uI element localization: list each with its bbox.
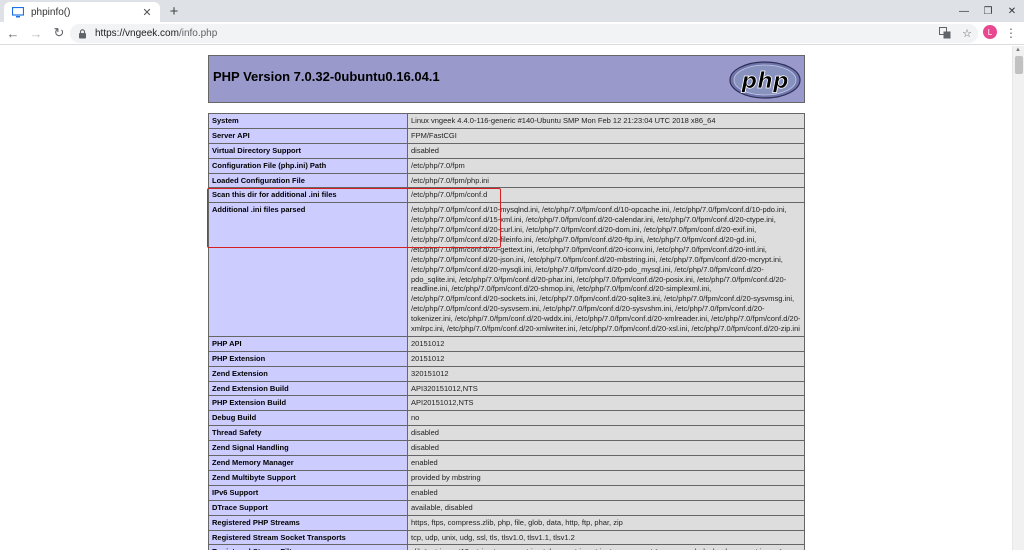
table-row: Zend Extension Build API320151012,NTS bbox=[208, 380, 805, 397]
row-key: PHP API bbox=[208, 335, 408, 352]
url-host: https://vngeek.com bbox=[95, 28, 179, 39]
row-key: System bbox=[208, 113, 408, 129]
more-menu-icon[interactable]: ⋮ bbox=[1005, 25, 1017, 41]
row-value: 320151012 bbox=[407, 365, 805, 382]
row-value: /etc/php/7.0/fpm/conf.d bbox=[407, 187, 805, 204]
row-key: Loaded Configuration File bbox=[208, 172, 408, 189]
row-value: enabled bbox=[407, 455, 805, 471]
table-row: Registered Stream Socket Transports tcp, … bbox=[208, 529, 805, 546]
row-key: Zend Extension bbox=[208, 365, 408, 382]
row-key: Registered Stream Filters bbox=[208, 544, 408, 550]
table-row: System Linux vngeek 4.4.0-116-generic #14… bbox=[208, 113, 805, 129]
php-info-table: System Linux vngeek 4.4.0-116-generic #14… bbox=[208, 113, 805, 550]
table-row: Zend Memory Manager enabled bbox=[208, 455, 805, 471]
restore-icon[interactable]: ❐ bbox=[976, 0, 1000, 22]
row-value: API320151012,NTS bbox=[407, 380, 805, 397]
browser-toolbar: ← → ↻ https://vngeek.com/info.php ☆ L ⋮ bbox=[0, 22, 1024, 45]
table-row: Zend Extension 320151012 bbox=[208, 365, 805, 382]
row-value: API20151012,NTS bbox=[407, 395, 805, 412]
table-row: IPv6 Support enabled bbox=[208, 484, 805, 501]
table-row: Loaded Configuration File/etc/php/7.0/fp… bbox=[208, 172, 805, 189]
back-button[interactable]: ← bbox=[3, 23, 23, 43]
php-logo: php bbox=[729, 61, 801, 99]
url-path: /info.php bbox=[178, 28, 218, 39]
php-logo-text: php bbox=[740, 69, 788, 94]
forward-button[interactable]: → bbox=[26, 23, 46, 43]
table-row: Zend Multibyte Support provided by mbstri… bbox=[208, 469, 805, 486]
php-version-title: PHP Version 7.0.32-0ubuntu0.16.04.1 bbox=[213, 69, 440, 84]
table-row: Additional .ini files parsed/etc/php/7.0… bbox=[208, 202, 805, 337]
monitor-icon bbox=[12, 6, 24, 18]
row-key: Zend Multibyte Support bbox=[208, 469, 408, 486]
php-header: PHP Version 7.0.32-0ubuntu0.16.04.1 php bbox=[208, 55, 805, 103]
translate-icon[interactable] bbox=[938, 26, 952, 40]
row-value: /etc/php/7.0/fpm bbox=[407, 157, 805, 174]
row-value: zlib.*, string.rot13, string.toupper, st… bbox=[407, 544, 805, 550]
new-tab-button[interactable]: + bbox=[166, 3, 182, 19]
row-key: Additional .ini files parsed bbox=[208, 202, 408, 337]
table-row: DTrace Support available, disabled bbox=[208, 499, 805, 516]
row-key: Zend Memory Manager bbox=[208, 455, 408, 471]
row-value: disabled bbox=[407, 440, 805, 457]
table-row: Registered PHP Streams https, ftps, compr… bbox=[208, 514, 805, 531]
row-value: disabled bbox=[407, 142, 805, 159]
row-value: no bbox=[407, 410, 805, 427]
reload-button[interactable]: ↻ bbox=[49, 23, 69, 43]
tab-strip: phpinfo() ✕ + — ❐ ✕ bbox=[0, 0, 1024, 22]
row-key: Zend Extension Build bbox=[208, 380, 408, 397]
row-value: Linux vngeek 4.4.0-116-generic #140-Ubun… bbox=[407, 113, 805, 129]
row-key: Registered PHP Streams bbox=[208, 514, 408, 531]
row-value: FPM/FastCGI bbox=[407, 127, 805, 144]
row-value: 20151012 bbox=[407, 335, 805, 352]
row-value: /etc/php/7.0/fpm/conf.d/10-mysqlnd.ini, … bbox=[407, 202, 805, 337]
address-bar[interactable]: https://vngeek.com/info.php ☆ bbox=[70, 24, 978, 43]
row-key: DTrace Support bbox=[208, 499, 408, 516]
row-key: Server API bbox=[208, 127, 408, 144]
row-key: Registered Stream Socket Transports bbox=[208, 529, 408, 546]
table-row: Virtual Directory Support disabled bbox=[208, 142, 805, 159]
row-key: Zend Signal Handling bbox=[208, 440, 408, 457]
table-row: PHP API 20151012 bbox=[208, 335, 805, 352]
table-row: PHP Extension 20151012 bbox=[208, 350, 805, 367]
row-key: Scan this dir for additional .ini files bbox=[208, 187, 408, 204]
minimize-icon[interactable]: — bbox=[952, 0, 976, 22]
row-value: enabled bbox=[407, 484, 805, 501]
tab-title: phpinfo() bbox=[31, 6, 71, 18]
table-row: Configuration File (php.ini) Path/etc/ph… bbox=[208, 157, 805, 174]
vertical-scrollbar[interactable]: ▲ bbox=[1012, 46, 1024, 550]
row-value: disabled bbox=[407, 425, 805, 442]
row-value: /etc/php/7.0/fpm/php.ini bbox=[407, 172, 805, 189]
scroll-up-arrow-icon[interactable]: ▲ bbox=[1015, 47, 1021, 53]
page-viewport: PHP Version 7.0.32-0ubuntu0.16.04.1 php … bbox=[0, 46, 1012, 550]
table-row: Scan this dir for additional .ini files /… bbox=[208, 187, 805, 204]
table-row: Debug Build no bbox=[208, 410, 805, 427]
row-key: PHP Extension Build bbox=[208, 395, 408, 412]
row-value: 20151012 bbox=[407, 350, 805, 367]
row-value: tcp, udp, unix, udg, ssl, tls, tlsv1.0, … bbox=[407, 529, 805, 546]
table-row: Zend Signal Handling disabled bbox=[208, 440, 805, 457]
url-text[interactable]: https://vngeek.com/info.php bbox=[95, 28, 217, 39]
scrollbar-thumb[interactable] bbox=[1015, 56, 1023, 74]
row-value: https, ftps, compress.zlib, php, file, g… bbox=[407, 514, 805, 531]
row-value: available, disabled bbox=[407, 499, 805, 516]
row-key: IPv6 Support bbox=[208, 484, 408, 501]
row-key: Debug Build bbox=[208, 410, 408, 427]
row-key: PHP Extension bbox=[208, 350, 408, 367]
lock-icon[interactable] bbox=[78, 28, 88, 39]
close-tab-icon[interactable]: ✕ bbox=[140, 5, 154, 19]
profile-avatar[interactable]: L bbox=[983, 25, 997, 39]
row-value: provided by mbstring bbox=[407, 469, 805, 486]
row-key: Virtual Directory Support bbox=[208, 142, 408, 159]
row-key: Thread Safety bbox=[208, 425, 408, 442]
table-row: Thread Safety disabled bbox=[208, 425, 805, 442]
table-row: Registered Stream Filterszlib.*, string.… bbox=[208, 544, 805, 550]
bookmark-star-icon[interactable]: ☆ bbox=[960, 26, 974, 40]
row-key: Configuration File (php.ini) Path bbox=[208, 157, 408, 174]
table-row: Server API FPM/FastCGI bbox=[208, 127, 805, 144]
browser-tab[interactable]: phpinfo() ✕ bbox=[4, 2, 160, 22]
window-controls: — ❐ ✕ bbox=[952, 0, 1024, 22]
window-close-icon[interactable]: ✕ bbox=[1000, 0, 1024, 22]
table-row: PHP Extension Build API20151012,NTS bbox=[208, 395, 805, 412]
